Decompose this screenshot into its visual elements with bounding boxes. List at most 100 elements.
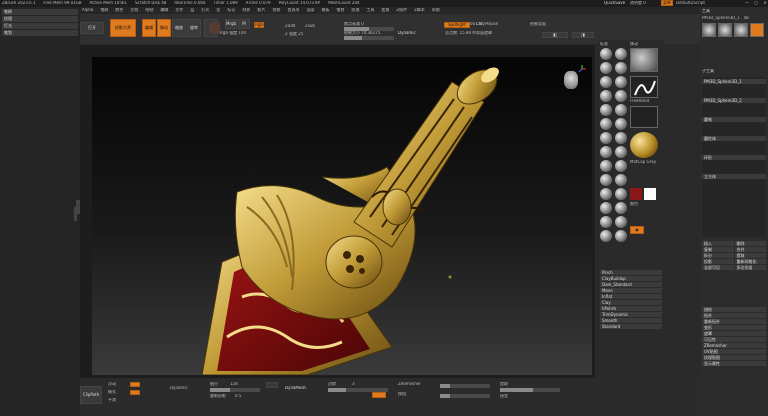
dynamic-label[interactable]: Dynamic — [170, 386, 188, 390]
subtool-item[interactable]: 环形 — [702, 155, 766, 160]
extract-button[interactable]: 提取 — [500, 382, 508, 386]
tool-thumb[interactable] — [702, 23, 716, 37]
brush-thumb[interactable] — [615, 62, 627, 74]
tool-menu-item[interactable]: 纹理贴图 — [702, 355, 766, 360]
subtool-item[interactable]: PM3D_Sphere3D_1 — [702, 79, 766, 84]
draw-mode-button[interactable]: 移动 — [157, 19, 171, 37]
m-button[interactable]: M — [238, 19, 250, 29]
subtool-button[interactable]: 拆分 — [702, 253, 734, 258]
lazymouse-button[interactable]: LazyMouse — [476, 22, 498, 26]
resolution-slider[interactable] — [210, 388, 260, 392]
z-intensity-slider[interactable]: Z 强度 25 — [285, 32, 303, 36]
subtool-button[interactable]: 复制 — [702, 247, 734, 252]
menu-item[interactable]: 工具 — [366, 8, 374, 12]
tool-menu-item[interactable]: ZRemesher — [702, 343, 766, 348]
toolbar-toggle[interactable]: ◧ — [542, 32, 568, 38]
draw-size-track[interactable] — [344, 36, 394, 40]
brush-option[interactable]: Standard — [600, 324, 662, 329]
tool-thumb[interactable] — [750, 23, 764, 37]
group-button[interactable]: 按组 — [398, 392, 406, 396]
secondary-color-swatch[interactable] — [644, 188, 656, 200]
menu-item[interactable]: Alpha — [82, 8, 93, 12]
brush-thumb[interactable] — [600, 118, 612, 130]
draw-size-slider[interactable]: 绘制大小 74.36175 — [344, 31, 380, 35]
bottom-small-button[interactable] — [266, 382, 278, 388]
brush-thumb[interactable] — [615, 146, 627, 158]
brush-option[interactable]: Dam_Standard — [600, 282, 662, 287]
brush-thumb[interactable] — [615, 188, 627, 200]
edit-mode-button[interactable]: 编辑 — [142, 19, 156, 37]
main-color-swatch[interactable] — [630, 188, 642, 200]
canvas-left-handle[interactable] — [76, 200, 80, 214]
subtool-item[interactable]: 圆柱体 — [702, 136, 766, 141]
left-tray-item[interactable]: 纹理 — [2, 16, 78, 22]
menu-item[interactable]: 宏 — [216, 8, 220, 12]
extract-slider[interactable] — [500, 388, 560, 392]
menu-item[interactable]: 笔划 — [336, 8, 344, 12]
menu-item[interactable]: 灯光 — [201, 8, 209, 12]
draw-backface-button[interactable]: 绘制背面 — [530, 22, 546, 26]
document-canvas[interactable] — [92, 57, 592, 376]
menu-item[interactable]: 拾取 — [272, 8, 280, 12]
tool-thumb[interactable] — [718, 23, 732, 37]
tool-menu-item[interactable]: 拓扑 — [702, 313, 766, 318]
menu-item[interactable]: 首选项 — [287, 8, 299, 12]
brush-option[interactable]: hPolish — [600, 306, 662, 311]
brush-thumb[interactable] — [600, 76, 612, 88]
subtool-item[interactable]: 立方体 — [702, 174, 766, 179]
brush-thumb[interactable] — [600, 174, 612, 186]
menus-button[interactable]: 菜单 — [661, 0, 673, 6]
menu-item[interactable]: 变换 — [381, 8, 389, 12]
backface-mask-button[interactable]: 背面遮罩 — [476, 31, 492, 35]
subtool-button[interactable]: 合并 — [734, 247, 766, 252]
axis-gizmo-icon[interactable] — [578, 65, 586, 73]
subtool-button[interactable]: 删除 — [734, 241, 766, 246]
tool-menu-item[interactable]: 重新拓扑 — [702, 319, 766, 324]
move-mode-button[interactable]: 缩放 — [172, 19, 186, 37]
lightbox-button[interactable]: 投影大师 — [110, 19, 136, 37]
menu-item[interactable]: Z插件 — [396, 8, 407, 12]
brush-thumb[interactable] — [615, 174, 627, 186]
brush-thumb[interactable] — [600, 216, 612, 228]
tool-menu-item[interactable]: 变形 — [702, 325, 766, 330]
scale-mode-button[interactable]: 旋转 — [187, 19, 201, 37]
menu-item[interactable]: 绘制 — [145, 8, 153, 12]
tool-thumb[interactable] — [734, 23, 748, 37]
dynamesh-button[interactable]: DynaMesh — [285, 386, 306, 390]
zremesher-button[interactable]: ZRemesher — [398, 382, 421, 386]
brush-thumb[interactable] — [615, 118, 627, 130]
bottom-toggle[interactable] — [130, 382, 140, 387]
brush-thumb[interactable] — [615, 132, 627, 144]
stroke-preview[interactable] — [630, 76, 658, 98]
current-brush-preview[interactable] — [630, 48, 658, 72]
resolution-value[interactable]: 128 — [230, 382, 238, 386]
rgb-button[interactable]: Rgb — [254, 22, 264, 28]
mrgb-button[interactable]: Mrgb — [225, 19, 237, 29]
brush-thumb[interactable] — [600, 160, 612, 172]
bottom-slider[interactable] — [440, 394, 490, 398]
menu-item[interactable]: 颜色 — [115, 8, 123, 12]
tool-menu-item[interactable]: UV贴图 — [702, 349, 766, 354]
subtool-item[interactable]: PM3D_Sphere3D_2 — [702, 98, 766, 103]
menu-item[interactable]: 文件 — [175, 8, 183, 12]
brush-thumb[interactable] — [600, 230, 612, 242]
brush-option[interactable]: Smooth — [600, 318, 662, 323]
menu-item[interactable]: 材质 — [242, 8, 250, 12]
menu-item[interactable]: 渲染 — [306, 8, 314, 12]
quicksave-button[interactable]: QuickSave — [604, 1, 625, 5]
brush-thumb[interactable] — [600, 90, 612, 102]
brush-thumb[interactable] — [600, 104, 612, 116]
brush-thumb[interactable] — [600, 48, 612, 60]
left-tray-item[interactable]: 灯光 — [2, 23, 78, 29]
blur-value[interactable]: 0.5 — [235, 394, 241, 398]
navigation-head-icon[interactable] — [564, 71, 578, 89]
brush-thumb[interactable] — [615, 48, 627, 60]
subtool-button[interactable]: 重新网格化 — [734, 259, 766, 264]
window-controls[interactable]: — ▢ ✕ — [745, 1, 768, 5]
clippath-button[interactable]: ClipPath — [80, 386, 102, 404]
bottom-orange-toggle[interactable] — [372, 392, 386, 398]
menu-item[interactable]: 编辑 — [160, 8, 168, 12]
brush-thumb[interactable] — [615, 76, 627, 88]
brush-thumb[interactable] — [615, 90, 627, 102]
rgb-intensity-label[interactable]: Rgb 强度 100 — [220, 31, 246, 35]
